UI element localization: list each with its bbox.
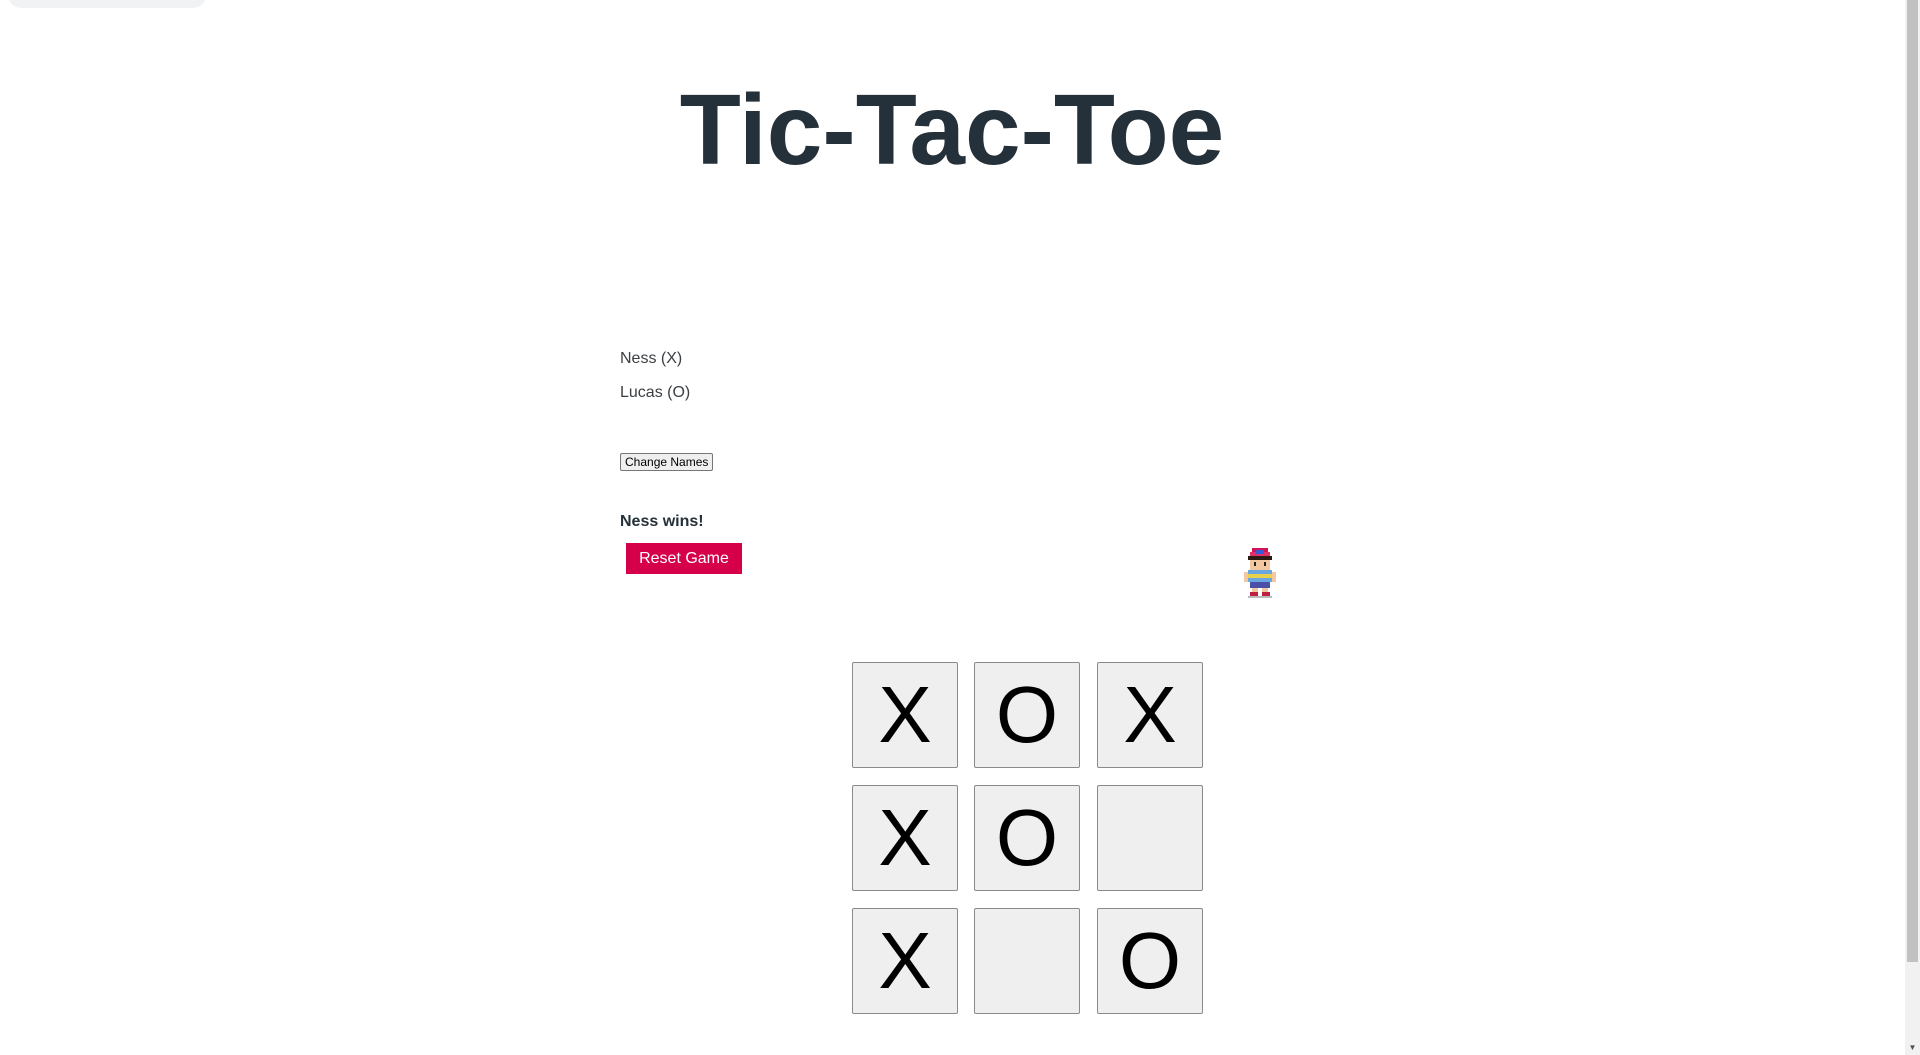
player-o-name: Lucas (O) bbox=[620, 384, 691, 401]
board-cell-9[interactable]: O bbox=[1097, 908, 1203, 1014]
board-cell-6[interactable] bbox=[1097, 785, 1203, 891]
board-cell-3[interactable]: X bbox=[1097, 662, 1203, 768]
reset-game-button[interactable]: Reset Game bbox=[626, 543, 742, 574]
board-cell-1[interactable]: X bbox=[852, 662, 958, 768]
ness-sprite-icon bbox=[1244, 548, 1276, 598]
game-board: X O X X O X O bbox=[852, 662, 1206, 1016]
scrollbar-thumb[interactable] bbox=[1907, 0, 1918, 962]
game-status: Ness wins! bbox=[620, 513, 704, 530]
page-title: Tic-Tac-Toe bbox=[679, 74, 1225, 186]
board-cell-2[interactable]: O bbox=[974, 662, 1080, 768]
board-cell-5[interactable]: O bbox=[974, 785, 1080, 891]
change-names-button[interactable]: Change Names bbox=[620, 453, 714, 471]
board-cell-7[interactable]: X bbox=[852, 908, 958, 1014]
board-cell-8[interactable] bbox=[974, 908, 1080, 1014]
player-x-name: Ness (X) bbox=[620, 350, 683, 367]
page: Tic-Tac-Toe Ness (X) Lucas (O) Change Na… bbox=[0, 0, 1920, 1055]
board-cell-4[interactable]: X bbox=[852, 785, 958, 891]
top-pill bbox=[8, 0, 206, 8]
vertical-scrollbar[interactable]: ▼ bbox=[1905, 0, 1920, 1055]
scroll-down-arrow-icon[interactable]: ▼ bbox=[1905, 1041, 1920, 1055]
